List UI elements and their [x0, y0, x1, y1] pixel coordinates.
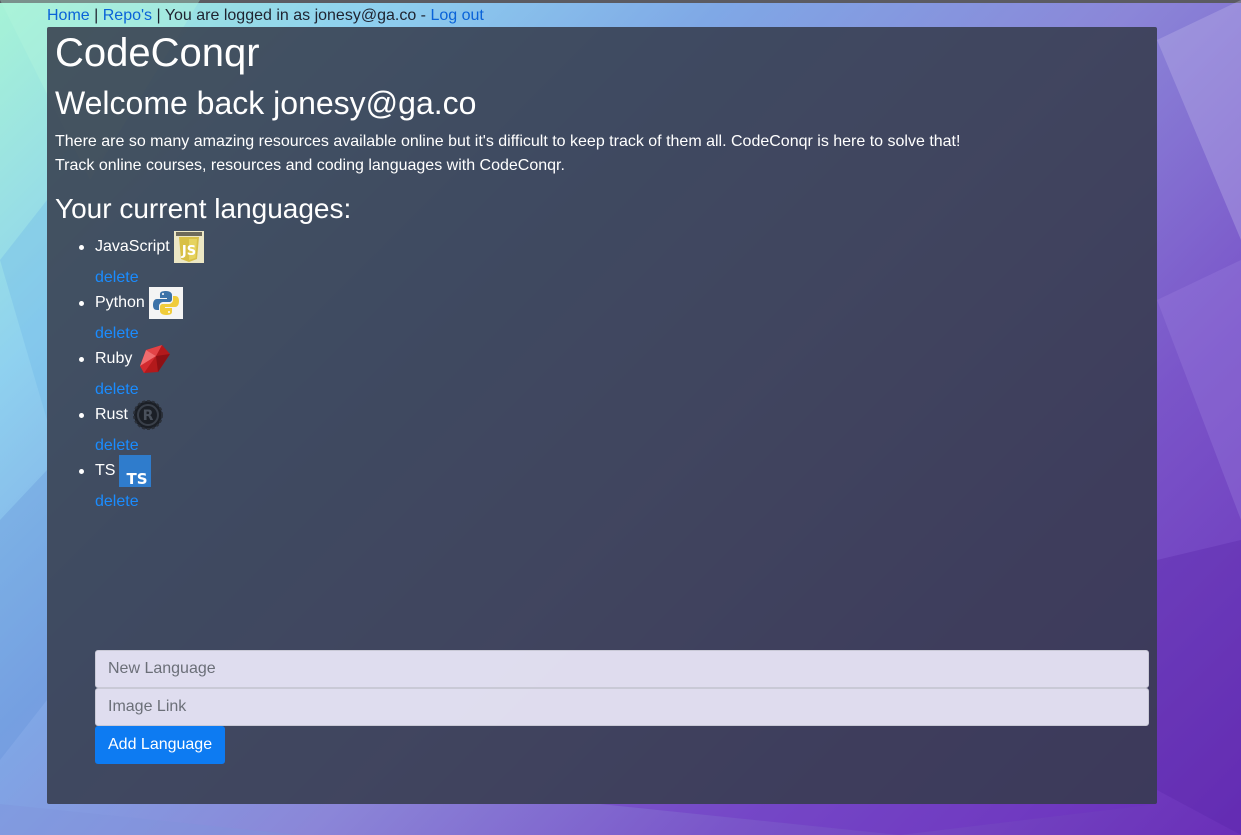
svg-text:TS: TS [127, 470, 148, 487]
repos-link[interactable]: Repo's [103, 7, 152, 24]
ruby-logo-icon [136, 342, 172, 381]
main-panel: CodeConqr Welcome back jonesy@ga.co Ther… [47, 27, 1157, 804]
new-language-input[interactable] [95, 650, 1149, 688]
nav-separator: | [156, 7, 161, 24]
language-item-rust: Rust R delete [79, 399, 204, 456]
intro-line-2: Track online courses, resources and codi… [55, 157, 565, 174]
welcome-heading: Welcome back jonesy@ga.co [55, 85, 477, 121]
home-link[interactable]: Home [47, 7, 90, 24]
language-item-python: Python delete [79, 286, 204, 344]
rust-logo-icon: R [132, 399, 164, 436]
language-name: Python [95, 294, 145, 311]
delete-language-link[interactable]: delete [95, 436, 204, 456]
intro-line-1: There are so many amazing resources avai… [55, 133, 961, 150]
language-list: JavaScript JS delete Python delete Ruby … [79, 230, 204, 512]
add-language-button[interactable]: Add Language [95, 726, 226, 764]
language-item-typescript: TS TS delete [79, 454, 204, 512]
image-link-input[interactable] [95, 688, 1149, 726]
top-nav: Home | Repo's | You are logged in as jon… [47, 6, 484, 26]
svg-text:R: R [143, 408, 154, 424]
add-language-form: Add Language [95, 650, 1149, 764]
language-item-ruby: Ruby delete [79, 342, 204, 400]
javascript-logo-icon: JS [173, 230, 204, 268]
language-name: JavaScript [95, 238, 170, 255]
languages-heading: Your current languages: [55, 193, 352, 224]
nav-separator: | [94, 7, 99, 24]
delete-language-link[interactable]: delete [95, 268, 204, 288]
logout-link[interactable]: Log out [430, 7, 483, 24]
app-title: CodeConqr [55, 31, 260, 75]
language-name: Rust [95, 406, 128, 423]
delete-language-link[interactable]: delete [95, 380, 204, 400]
delete-language-link[interactable]: delete [95, 492, 204, 512]
language-item-javascript: JavaScript JS delete [79, 230, 204, 288]
intro-text: There are so many amazing resources avai… [55, 130, 960, 178]
python-logo-icon [148, 286, 183, 324]
logged-in-text: You are logged in as jonesy@ga.co - [164, 7, 426, 24]
svg-text:JS: JS [181, 244, 196, 259]
typescript-logo-icon: TS [119, 454, 152, 492]
language-name: TS [95, 462, 116, 479]
language-name: Ruby [95, 350, 133, 367]
